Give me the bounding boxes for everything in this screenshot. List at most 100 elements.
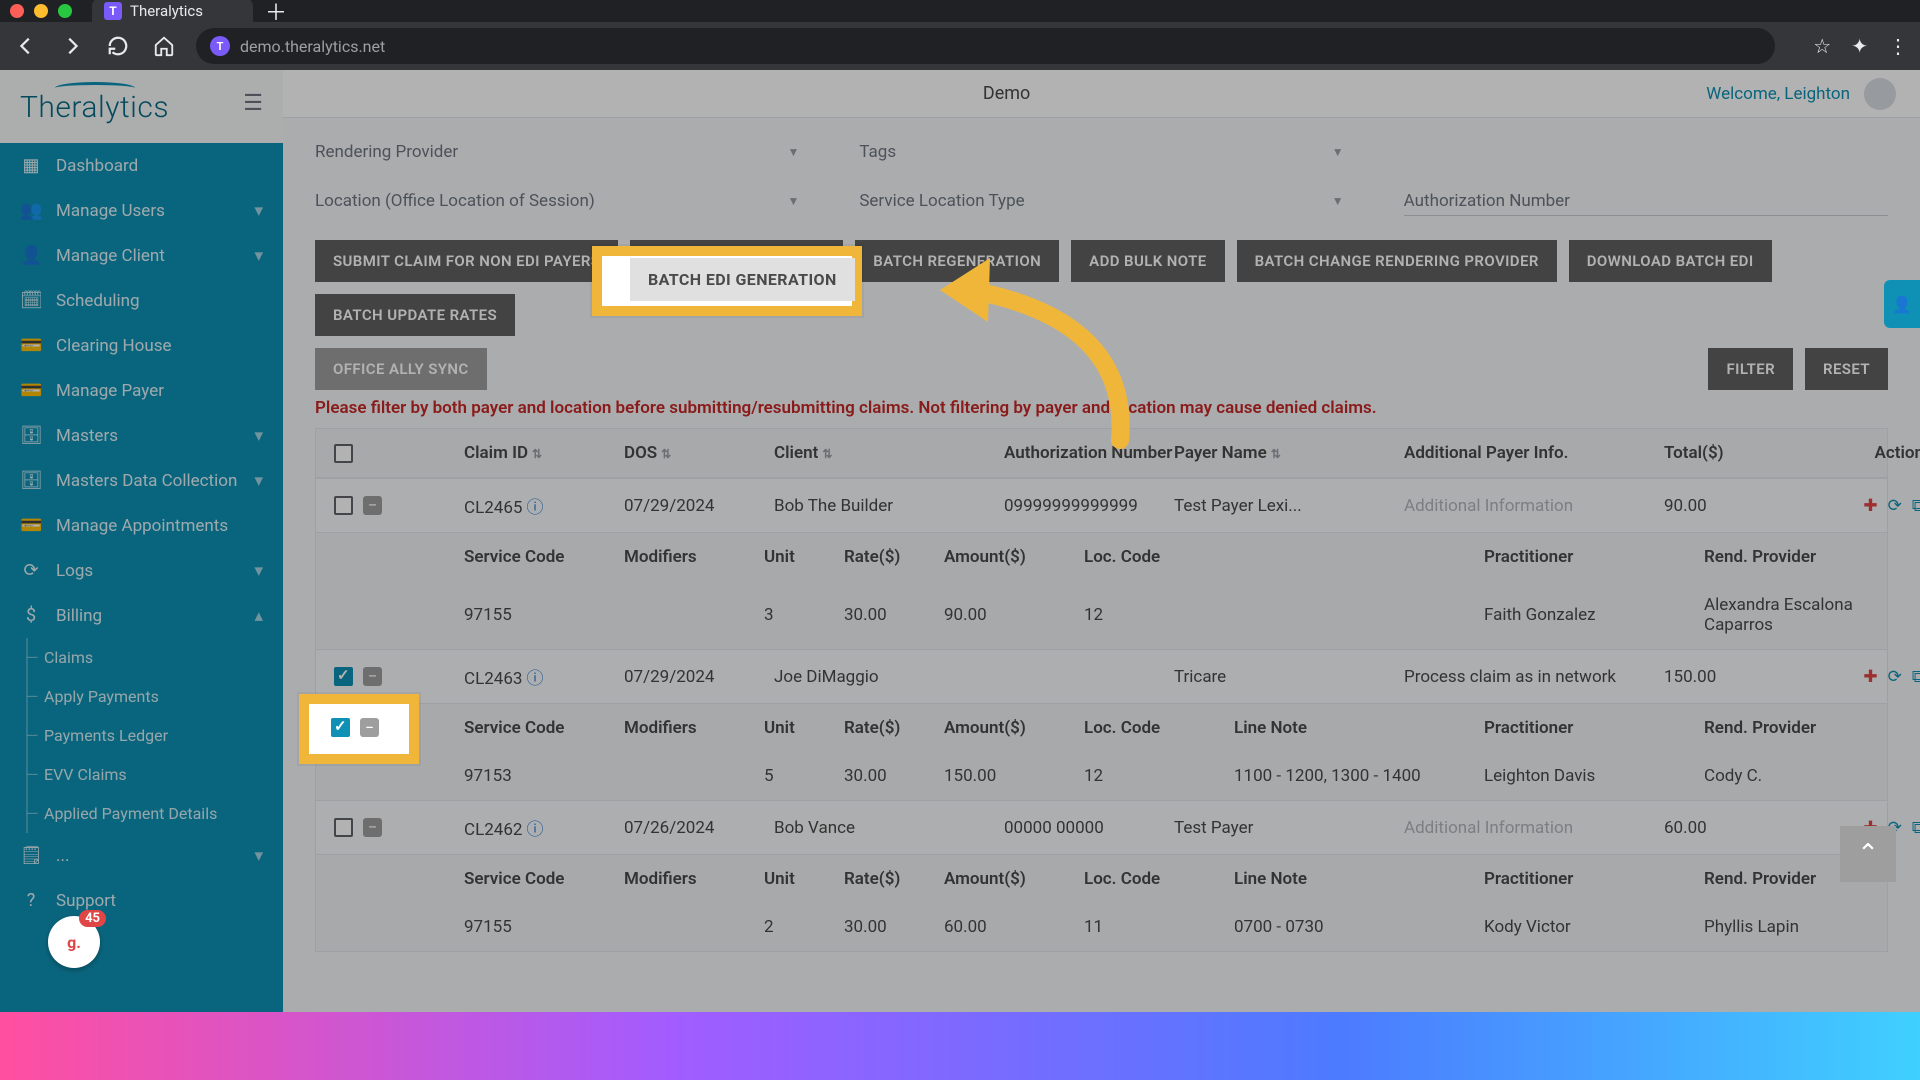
- collapse-icon[interactable]: −: [363, 818, 382, 837]
- svc-col-rate: Rate($): [844, 547, 944, 567]
- sort-icon: ⇅: [822, 447, 832, 461]
- download-batch-edi-button[interactable]: DOWNLOAD BATCH EDI: [1569, 240, 1772, 282]
- svc-col-loc: Loc. Code: [1084, 718, 1234, 738]
- sidebar-item-billing[interactable]: $Billing▴: [0, 593, 283, 638]
- claim-authn: 09999999999999: [1004, 496, 1174, 516]
- sidebar-item-label: Masters: [56, 426, 118, 446]
- sidebar-item-label: Support: [56, 891, 116, 911]
- sidebar-item-masters-data[interactable]: 🗄Masters Data Collection▾: [0, 458, 283, 503]
- sidebar-item-clearing-house[interactable]: 💳Clearing House: [0, 323, 283, 368]
- filter-authorization-number[interactable]: Authorization Number: [1404, 191, 1888, 216]
- chrome-menu-icon[interactable]: ⋮: [1888, 34, 1908, 58]
- window-maximize[interactable]: [58, 4, 72, 18]
- claim-total: 90.00: [1664, 496, 1794, 516]
- sidebar-item-manage-client[interactable]: 👤Manage Client▾: [0, 233, 283, 278]
- copy-icon[interactable]: ⧉: [1912, 496, 1920, 516]
- sidebar-item-manage-payer[interactable]: 💳Manage Payer: [0, 368, 283, 413]
- claim-checkbox[interactable]: [334, 667, 353, 686]
- back-button[interactable]: [12, 32, 40, 60]
- sort-icon: ⇅: [532, 447, 542, 461]
- claim-payer: Test Payer Lexi...: [1174, 496, 1404, 516]
- svc-col-rend: Rend. Provider: [1704, 547, 1920, 567]
- svc-col-code: Service Code: [334, 547, 624, 567]
- sidebar-item-more[interactable]: 🗒...▾: [0, 833, 283, 878]
- sidebar-item-masters[interactable]: 🗄Masters▾: [0, 413, 283, 458]
- copy-icon[interactable]: ⧉: [1912, 818, 1920, 838]
- office-ally-sync-button[interactable]: OFFICE ALLY SYNC: [315, 348, 487, 390]
- svc-col-loc: Loc. Code: [1084, 547, 1234, 567]
- sidebar-item-manage-appointments[interactable]: 💳Manage Appointments: [0, 503, 283, 548]
- filter-button[interactable]: FILTER: [1708, 348, 1793, 390]
- home-button[interactable]: [150, 32, 178, 60]
- service-row: 97155 2 30.00 60.00 11 0700 - 0730 Kody …: [316, 903, 1887, 951]
- info-icon[interactable]: ⓘ: [526, 498, 543, 518]
- svc-rend-provider: Cody C.: [1704, 766, 1920, 786]
- reload-button[interactable]: [104, 32, 132, 60]
- service-row: 97155 3 30.00 90.00 12 Faith Gonzalez Al…: [316, 581, 1887, 649]
- filter-rendering-provider[interactable]: Rendering Provider▼: [315, 142, 799, 167]
- col-claim-id[interactable]: Claim ID⇅: [464, 443, 624, 463]
- claim-checkbox[interactable]: [334, 818, 353, 837]
- sidebar-sub-payments-ledger[interactable]: Payments Ledger: [44, 716, 283, 755]
- sidebar-item-support[interactable]: ?Support: [0, 878, 283, 923]
- extensions-icon[interactable]: ✦: [1851, 34, 1868, 58]
- additional-info-input[interactable]: Additional Information: [1404, 496, 1664, 516]
- new-tab-button[interactable]: ＋: [265, 0, 287, 27]
- additional-info-input[interactable]: Additional Information: [1404, 818, 1664, 838]
- claim-dos: 07/26/2024: [624, 818, 774, 838]
- svc-col-code: Service Code: [334, 869, 624, 889]
- col-payer[interactable]: Payer Name⇅: [1174, 443, 1404, 463]
- delete-icon[interactable]: ✚: [1863, 496, 1877, 516]
- additional-info-text: Process claim as in network: [1404, 667, 1664, 687]
- delete-icon[interactable]: ✚: [1863, 667, 1877, 687]
- sidebar-sub-claims[interactable]: Claims: [44, 638, 283, 677]
- refresh-icon[interactable]: ⟳: [1888, 496, 1902, 516]
- welcome-text: Welcome, Leighton: [1706, 84, 1850, 104]
- refresh-icon[interactable]: ⟳: [1888, 667, 1902, 687]
- submit-claim-non-edi-button[interactable]: SUBMIT CLAIM FOR NON EDI PAYERS: [315, 240, 618, 282]
- select-all-checkbox[interactable]: [334, 444, 353, 463]
- claim-checkbox[interactable]: [334, 496, 353, 515]
- batch-update-rates-button[interactable]: BATCH UPDATE RATES: [315, 294, 515, 336]
- sidebar-item-dashboard[interactable]: ▦Dashboard: [0, 143, 283, 188]
- support-widget-button[interactable]: 👤: [1884, 280, 1920, 328]
- sidebar-sub-apply-payments[interactable]: Apply Payments: [44, 677, 283, 716]
- batch-change-rendering-provider-button[interactable]: BATCH CHANGE RENDERING PROVIDER: [1237, 240, 1557, 282]
- browser-tab[interactable]: T Theralytics: [92, 0, 253, 24]
- svc-col-loc: Loc. Code: [1084, 869, 1234, 889]
- window-minimize[interactable]: [34, 4, 48, 18]
- svc-code: 97153: [334, 766, 624, 786]
- info-icon[interactable]: ⓘ: [526, 669, 543, 689]
- address-bar[interactable]: T demo.theralytics.net: [196, 28, 1775, 64]
- billing-icon: $: [20, 605, 42, 626]
- svc-col-practitioner: Practitioner: [1484, 869, 1704, 889]
- col-dos[interactable]: DOS⇅: [624, 443, 774, 463]
- svc-col-rend: Rend. Provider: [1704, 718, 1920, 738]
- filter-tags[interactable]: Tags▼: [859, 142, 1343, 167]
- sidebar-item-logs[interactable]: ⟳Logs▾: [0, 548, 283, 593]
- filter-location[interactable]: Location (Office Location of Session)▼: [315, 191, 799, 216]
- reset-button[interactable]: RESET: [1805, 348, 1888, 390]
- avatar[interactable]: [1864, 78, 1896, 110]
- scroll-to-top-button[interactable]: ⌃: [1840, 826, 1896, 882]
- sidebar-collapse-button[interactable]: ☰: [243, 91, 263, 116]
- collapse-icon[interactable]: −: [363, 496, 382, 515]
- info-icon[interactable]: ⓘ: [526, 820, 543, 840]
- bookmark-icon[interactable]: ☆: [1813, 34, 1831, 58]
- callout-arrow-icon: [870, 240, 1170, 470]
- collapse-icon[interactable]: −: [363, 667, 382, 686]
- sidebar-item-scheduling[interactable]: 🗓Scheduling: [0, 278, 283, 323]
- copy-icon[interactable]: ⧉: [1912, 667, 1920, 687]
- svc-practitioner: Kody Victor: [1484, 917, 1704, 937]
- forward-button[interactable]: [58, 32, 86, 60]
- sidebar-item-manage-users[interactable]: 👥Manage Users▾: [0, 188, 283, 233]
- service-header-row: Service Code Modifiers Unit Rate($) Amou…: [316, 854, 1887, 903]
- claim-dos: 07/29/2024: [624, 496, 774, 516]
- sidebar-sub-evv-claims[interactable]: EVV Claims: [44, 755, 283, 794]
- chat-widget[interactable]: g.45: [48, 916, 100, 968]
- sidebar-sub-applied-payment-details[interactable]: Applied Payment Details: [44, 794, 283, 833]
- filter-service-location-type[interactable]: Service Location Type▼: [859, 191, 1343, 216]
- window-close[interactable]: [10, 4, 24, 18]
- svc-col-amount: Amount($): [944, 547, 1084, 567]
- service-header-row: Service Code Modifiers Unit Rate($) Amou…: [316, 703, 1887, 752]
